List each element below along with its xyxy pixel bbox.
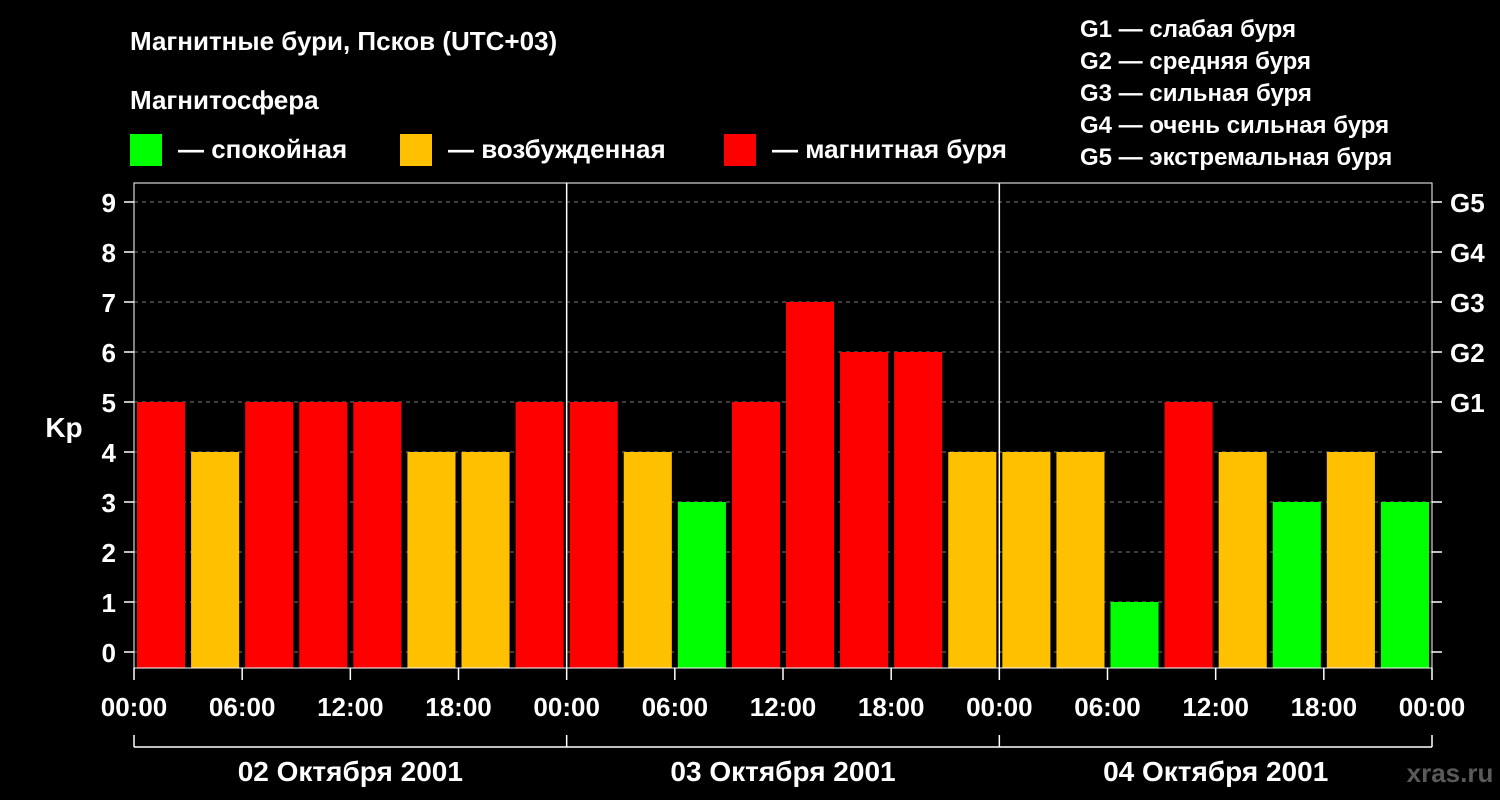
legend: — спокойная — возбужденная — магнитная б… <box>130 134 1007 166</box>
kp-bar <box>191 452 240 668</box>
g-level-label: G5 <box>1450 188 1485 218</box>
legend-swatch-storm <box>724 134 756 166</box>
kp-bar <box>1272 502 1321 668</box>
kp-bar <box>1002 452 1051 668</box>
legend-label-quiet: — спокойная <box>178 134 347 164</box>
y-axis-label: Kp <box>45 412 82 443</box>
day-label: 04 Октября 2001 <box>1103 756 1328 787</box>
kp-chart: Магнитные бури, Псков (UTC+03) Магнитосф… <box>0 0 1500 800</box>
kp-bar <box>1056 452 1105 668</box>
g-scale-item-g2: G2 — средняя буря <box>1080 48 1311 75</box>
kp-bar <box>840 352 889 668</box>
y-tick-label: 8 <box>102 238 116 268</box>
x-tick-label: 18:00 <box>425 692 492 722</box>
x-tick-label: 00:00 <box>1399 692 1466 722</box>
legend-label-storm: — магнитная буря <box>772 134 1007 164</box>
y-tick-label: 6 <box>102 338 116 368</box>
kp-bar <box>299 402 348 668</box>
y-tick-label: 1 <box>102 588 116 618</box>
g-scale-item-g4: G4 — очень сильная буря <box>1080 112 1389 139</box>
y-tick-label: 9 <box>102 188 116 218</box>
kp-bar <box>245 402 294 668</box>
day-label: 03 Октября 2001 <box>670 756 895 787</box>
x-tick-label: 12:00 <box>750 692 817 722</box>
kp-bar <box>1218 452 1267 668</box>
kp-bar <box>623 452 672 668</box>
kp-bar <box>894 352 943 668</box>
legend-label-active: — возбужденная <box>448 134 666 164</box>
g-scale-item-g5: G5 — экстремальная буря <box>1080 144 1392 171</box>
x-tick-label: 06:00 <box>642 692 709 722</box>
g-level-label: G3 <box>1450 288 1485 318</box>
kp-bar <box>677 502 726 668</box>
kp-bar <box>1110 602 1159 668</box>
y-tick-label: 4 <box>102 438 117 468</box>
y-tick-label: 3 <box>102 488 116 518</box>
kp-bar <box>353 402 402 668</box>
kp-bar <box>137 402 186 668</box>
g-level-label: G4 <box>1450 238 1485 268</box>
kp-bar <box>948 452 997 668</box>
y-tick-label: 5 <box>102 388 116 418</box>
x-tick-label: 12:00 <box>317 692 384 722</box>
chart-title: Магнитные бури, Псков (UTC+03) <box>130 26 557 56</box>
x-tick-label: 00:00 <box>101 692 168 722</box>
x-tick-label: 18:00 <box>1291 692 1358 722</box>
kp-bar <box>786 302 835 668</box>
kp-bar <box>1380 502 1429 668</box>
y-tick-label: 2 <box>102 538 116 568</box>
x-tick-label: 06:00 <box>1074 692 1141 722</box>
kp-bar <box>569 402 618 668</box>
day-label: 02 Октября 2001 <box>238 756 463 787</box>
kp-bar <box>731 402 780 668</box>
g-level-label: G1 <box>1450 388 1485 418</box>
x-tick-label: 00:00 <box>966 692 1033 722</box>
x-tick-label: 12:00 <box>1182 692 1249 722</box>
y-tick-label: 0 <box>102 638 116 668</box>
kp-bar <box>515 402 564 668</box>
watermark: xras.ru <box>1407 758 1494 788</box>
kp-bar <box>407 452 456 668</box>
kp-bar <box>1164 402 1213 668</box>
kp-bar <box>461 452 510 668</box>
legend-swatch-active <box>400 134 432 166</box>
x-tick-label: 18:00 <box>858 692 925 722</box>
legend-swatch-quiet <box>130 134 162 166</box>
x-tick-label: 06:00 <box>209 692 276 722</box>
legend-heading: Магнитосфера <box>130 85 319 115</box>
y-tick-label: 7 <box>102 288 116 318</box>
x-tick-label: 00:00 <box>533 692 600 722</box>
g-level-label: G2 <box>1450 338 1485 368</box>
g-scale-item-g1: G1 — слабая буря <box>1080 16 1296 43</box>
kp-bar <box>1326 452 1375 668</box>
g-scale-item-g3: G3 — сильная буря <box>1080 80 1312 107</box>
